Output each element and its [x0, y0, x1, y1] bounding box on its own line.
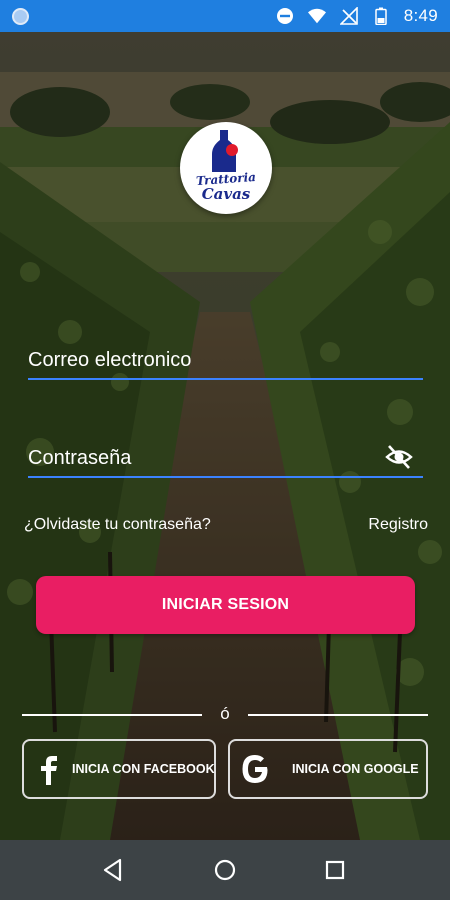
register-link[interactable]: Registro: [368, 516, 428, 534]
no-signal-icon: [339, 7, 358, 25]
email-field[interactable]: Correo electronico: [28, 340, 423, 380]
circle-indicator-icon: [12, 8, 29, 25]
navigation-bar: [0, 840, 450, 900]
forgot-password-link[interactable]: ¿Olvidaste tu contraseña?: [24, 516, 211, 534]
home-icon[interactable]: [212, 857, 238, 883]
divider: ó: [22, 704, 428, 724]
email-placeholder: Correo electronico: [28, 349, 192, 371]
facebook-login-button[interactable]: INICIA CON FACEBOOK: [22, 739, 216, 799]
logo-line2: Cavas: [201, 185, 251, 203]
google-login-label: INICIA CON GOOGLE: [292, 762, 419, 776]
battery-icon: [374, 7, 387, 25]
trattoria-cavas-logo: Trattoria Cavas: [180, 122, 272, 214]
password-placeholder: Contraseña: [28, 447, 132, 469]
google-login-button[interactable]: INICIA CON GOOGLE: [228, 739, 428, 799]
hide-password-icon[interactable]: [385, 444, 413, 470]
recents-icon[interactable]: [322, 857, 348, 883]
facebook-login-label: INICIA CON FACEBOOK: [72, 762, 215, 776]
wifi-icon: [307, 8, 326, 24]
status-bar: 8:49: [0, 0, 450, 32]
password-field[interactable]: Contraseña: [28, 438, 423, 478]
google-icon: [242, 755, 268, 783]
do-not-disturb-icon: [276, 8, 293, 24]
clock: 8:49: [403, 6, 438, 25]
auth-links: ¿Olvidaste tu contraseña? Registro: [24, 516, 428, 538]
wine-bottle-icon: [212, 130, 238, 172]
status-icons: 8:49: [276, 0, 438, 32]
facebook-icon: [41, 756, 57, 785]
login-button[interactable]: INICIAR SESION: [36, 576, 415, 634]
back-icon[interactable]: [100, 857, 126, 883]
